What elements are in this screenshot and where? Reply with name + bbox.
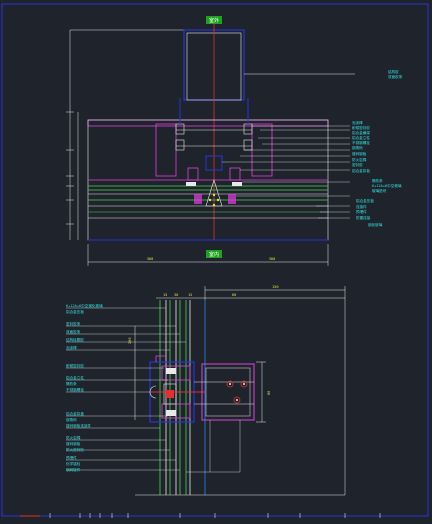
top-annotation: 6+12A+6中空玻璃	[372, 183, 402, 188]
top-annotation: 镀锌钢板	[352, 151, 367, 156]
top-leaders	[222, 125, 350, 219]
section-bottom: 15 30 15 60 150 200 80 6+12A+6中空钢化玻璃 铝合金…	[66, 285, 346, 496]
dim-right: 300	[269, 257, 276, 261]
top-annotation: 隔热条	[372, 178, 383, 183]
top-annotation: 铝合金扣板	[352, 168, 370, 173]
bottom-annotation: 预埋件	[66, 455, 77, 460]
bottom-annotation: 镀锌钢板	[66, 441, 81, 446]
top-annotation: 钢化玻璃	[368, 222, 383, 227]
dim-chain: 15	[163, 293, 167, 297]
dim-chain: 60	[232, 293, 236, 297]
top-annotation: 耐候密封胶	[352, 125, 370, 130]
bottom-annotation: 不锈钢螺栓	[66, 387, 84, 392]
top-annotations: 结构胶 双面胶条 泡沫棒 耐候密封胶 铝合金横梁 铝合金立柱 不锈钢螺栓 钢角码…	[352, 69, 403, 227]
bottom-annotation: 防火密封胶	[66, 447, 84, 452]
section-top: 室外 结构胶 双面胶条 泡沫棒 耐候密封胶 铝合金横梁 铝合金立柱 不锈钢螺栓 …	[66, 16, 403, 266]
dim-chain: 150	[272, 285, 279, 289]
bottom-annotation: 隔热条	[66, 381, 77, 386]
bottom-annotation: 钢角码	[66, 417, 77, 422]
bottom-annotation: 双面胶条	[66, 329, 81, 334]
bottom-annotation: 铝合金扣盖	[66, 411, 84, 416]
dim-chain: 30	[174, 293, 178, 297]
bottom-annotation: 泡沫棒	[66, 345, 77, 350]
dim-left: 300	[147, 257, 154, 261]
top-annotation: 预埋件	[356, 209, 367, 214]
top-annotation: 密封胶	[352, 162, 363, 167]
bottom-annotation: 铝合金立柱	[66, 375, 84, 380]
bottom-annotation: 结构硅酮胶	[66, 337, 84, 342]
dim-right-side: 80	[267, 391, 271, 395]
top-annotation: 双面胶条	[388, 74, 403, 79]
top-annotation: 防雷连接	[356, 215, 371, 220]
bottom-annotation: 防火岩棉	[66, 435, 81, 440]
top-annotation: 防火岩棉	[352, 157, 367, 162]
cad-viewport[interactable]: 室外 结构胶 双面胶条 泡沫棒 耐候密封胶 铝合金横梁 铝合金立柱 不锈钢螺栓 …	[0, 0, 432, 520]
bottom-annotation: 钢转接件	[66, 467, 81, 472]
top-annotation: 铝合金立柱	[352, 135, 370, 140]
bottom-annotation: 铝合金压板	[66, 309, 84, 314]
embed-plate	[201, 363, 255, 421]
dim-chain: 15	[188, 293, 192, 297]
top-annotation: 玻璃垫块	[372, 188, 387, 193]
dim-side: 200	[128, 338, 132, 345]
label-top: 室外	[209, 17, 219, 24]
bottom-annotation: 耐候密封胶	[66, 363, 84, 368]
top-annotation: 钢角码	[352, 145, 363, 150]
cad-drawing: 室外 结构胶 双面胶条 泡沫棒 耐候密封胶 铝合金横梁 铝合金立柱 不锈钢螺栓 …	[1, 3, 429, 518]
top-annotation: 连接件	[356, 204, 367, 209]
top-annotation: 泡沫棒	[352, 120, 363, 125]
bottom-annotation: 6+12A+6中空钢化玻璃	[66, 303, 103, 308]
top-annotation: 铝合金压板	[356, 198, 374, 203]
top-annotation: 结构胶	[388, 69, 399, 74]
top-annotation: 不锈钢螺栓	[352, 140, 370, 145]
bottom-annotation: 密封胶条	[66, 321, 81, 326]
bottom-annotations: 6+12A+6中空钢化玻璃 铝合金压板 密封胶条 双面胶条 结构硅酮胶 泡沫棒 …	[66, 303, 103, 472]
label-bottom: 室内	[209, 251, 219, 258]
bottom-annotation: 化学锚栓	[66, 461, 81, 466]
top-annotation: 铝合金横梁	[352, 130, 370, 135]
bottom-annotation: 镀锌钢板连接件	[66, 423, 92, 428]
bottom-leaders	[66, 307, 241, 473]
